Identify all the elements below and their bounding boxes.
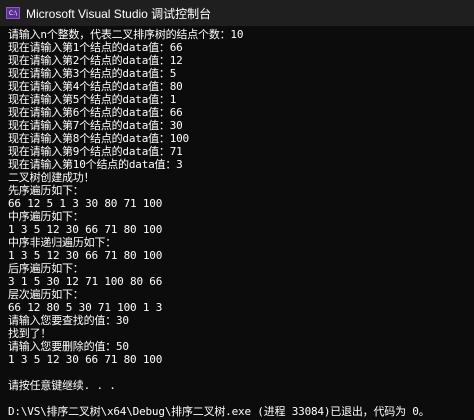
title-bar[interactable]: C:\ Microsoft Visual Studio 调试控制台 <box>0 0 474 26</box>
console-line: 66 12 80 5 30 71 100 1 3 <box>8 301 163 314</box>
console-line: 1 3 5 12 30 66 71 80 100 <box>8 249 163 262</box>
console-line: 请输入n个整数，代表二叉排序树的结点个数：10 <box>8 28 244 41</box>
console-line: 现在请输入第4个结点的data值：80 <box>8 80 183 93</box>
console-line: 后序遍历如下： <box>8 262 84 275</box>
window-title: Microsoft Visual Studio 调试控制台 <box>26 6 212 21</box>
console-line: 现在请输入第2个结点的data值：12 <box>8 54 183 67</box>
console-line: 层次遍历如下： <box>8 288 84 301</box>
console-line: 现在请输入第10个结点的data值：3 <box>8 158 183 171</box>
console-line: 中序遍历如下： <box>8 210 84 223</box>
visual-studio-icon: C:\ <box>6 7 20 19</box>
console-line: 现在请输入第5个结点的data值：1 <box>8 93 177 106</box>
console-line: D:\VS\排序二叉树\x64\Debug\排序二叉树.exe (进程 3308… <box>8 405 430 418</box>
console-line: 请输入您要查找的值：30 <box>8 314 129 327</box>
console-line: 3 1 5 30 12 71 100 80 66 <box>8 275 163 288</box>
console-line: 1 3 5 12 30 66 71 80 100 <box>8 223 163 236</box>
console-line: 现在请输入第9个结点的data值：71 <box>8 145 183 158</box>
console-output[interactable]: 请输入n个整数，代表二叉排序树的结点个数：10 现在请输入第1个结点的data值… <box>0 26 474 420</box>
console-window: C:\ Microsoft Visual Studio 调试控制台 请输入n个整… <box>0 0 474 420</box>
console-line: 找到了！ <box>8 327 52 340</box>
console-line: 现在请输入第3个结点的data值：5 <box>8 67 177 80</box>
console-line: 先序遍历如下： <box>8 184 84 197</box>
console-line: 现在请输入第1个结点的data值：66 <box>8 41 183 54</box>
console-line: 现在请输入第6个结点的data值：66 <box>8 106 183 119</box>
console-line: 66 12 5 1 3 30 80 71 100 <box>8 197 163 210</box>
console-line: 中序非递归遍历如下： <box>8 236 116 249</box>
console-line: 1 3 5 12 30 66 71 80 100 <box>8 353 163 366</box>
console-line: 现在请输入第8个结点的data值：100 <box>8 132 189 145</box>
console-line: 现在请输入第7个结点的data值：30 <box>8 119 183 132</box>
console-line: 请按任意键继续. . . <box>8 379 116 392</box>
console-line: 请输入您要删除的值：50 <box>8 340 129 353</box>
console-line: 二叉树创建成功！ <box>8 171 95 184</box>
